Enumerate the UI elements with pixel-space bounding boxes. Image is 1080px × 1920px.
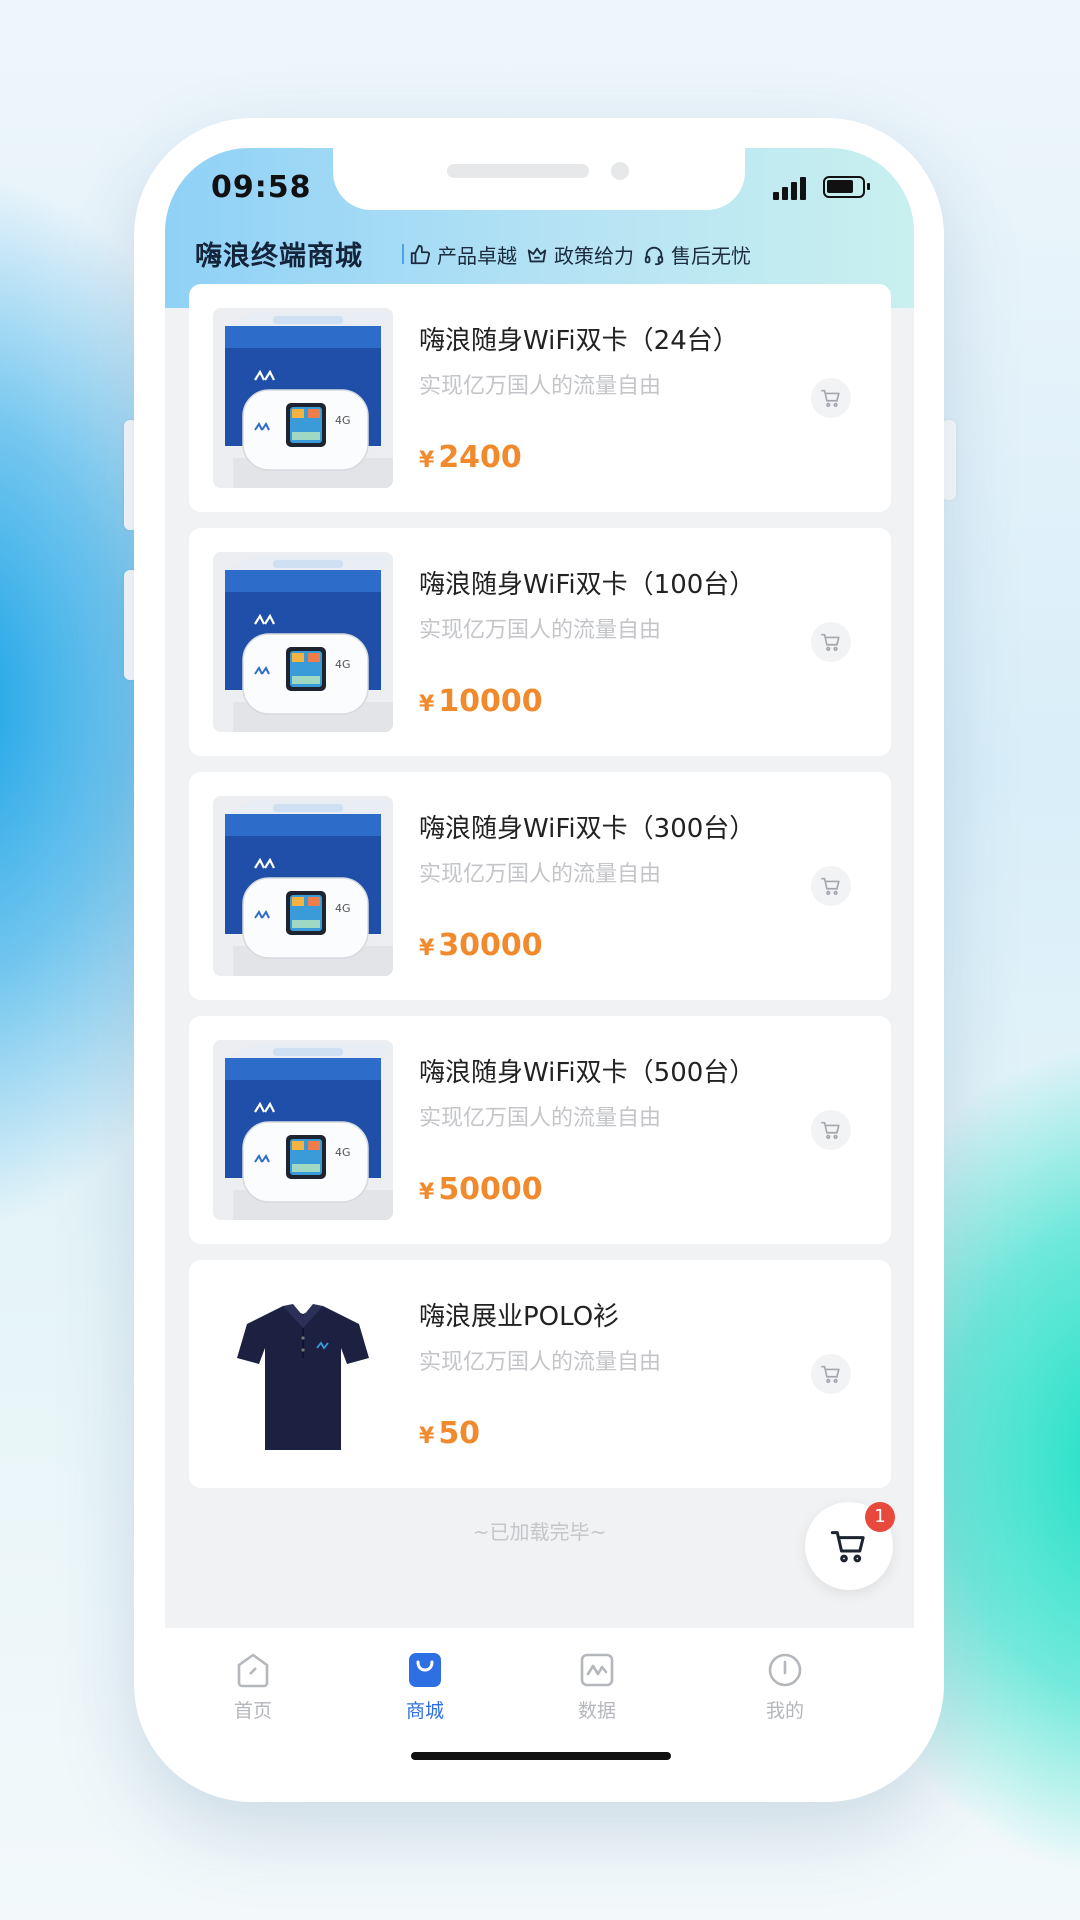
product-price: ¥10000	[419, 684, 543, 719]
list-end-text: ~已加载完毕~	[472, 1520, 607, 1544]
product-card[interactable]: 4G 嗨浪随身WiFi双卡（300台） 实现亿万国人的流量自由 ¥30000	[189, 772, 891, 1000]
header-divider	[402, 244, 404, 264]
add-to-cart-button[interactable]	[811, 622, 851, 662]
currency-symbol: ¥	[419, 1180, 435, 1205]
product-price: ¥2400	[419, 440, 522, 475]
currency-symbol: ¥	[419, 448, 435, 473]
product-thumbnail[interactable]: 4G	[213, 796, 393, 976]
wifi-device-image: 4G	[213, 308, 393, 488]
product-price: ¥50000	[419, 1172, 543, 1207]
speaker	[447, 164, 589, 178]
product-list: 4G 嗨浪随身WiFi双卡（24台） 实现亿万国人的流量自由 ¥2400 4G 嗨浪…	[189, 284, 891, 1504]
product-name[interactable]: 嗨浪随身WiFi双卡（300台）	[419, 808, 755, 845]
product-name[interactable]: 嗨浪随身WiFi双卡（24台）	[419, 320, 739, 357]
shopping-bag-icon	[409, 1653, 441, 1687]
price-value: 10000	[438, 684, 543, 719]
cart-icon	[821, 1365, 840, 1383]
bottom-tab-bar: 首页 商城 数据 我的	[165, 1628, 914, 1764]
cart-icon	[821, 1121, 840, 1139]
tab-mall[interactable]: 商城	[365, 1650, 485, 1723]
price-value: 30000	[438, 928, 543, 963]
product-thumbnail[interactable]	[213, 1284, 393, 1464]
product-thumbnail[interactable]: 4G	[213, 308, 393, 488]
product-thumbnail[interactable]: 4G	[213, 552, 393, 732]
feature-policy: 政策给力	[526, 240, 634, 269]
product-thumbnail[interactable]: 4G	[213, 1040, 393, 1220]
tab-profile[interactable]: 我的	[725, 1650, 845, 1723]
add-to-cart-button[interactable]	[811, 866, 851, 906]
home-icon	[237, 1653, 269, 1688]
cart-icon	[821, 633, 840, 651]
thumbs-up-icon	[410, 244, 431, 264]
feature-label: 产品卓越	[437, 244, 517, 268]
cart-icon	[830, 1531, 865, 1563]
front-camera	[611, 162, 629, 180]
product-card[interactable]: 4G 嗨浪随身WiFi双卡（24台） 实现亿万国人的流量自由 ¥2400	[189, 284, 891, 512]
phone-side-button	[942, 420, 956, 500]
tab-label: 商城	[405, 1700, 444, 1722]
status-time: 09:58	[211, 170, 312, 205]
feature-label: 政策给力	[554, 244, 634, 268]
product-card[interactable]: 4G 嗨浪随身WiFi双卡（500台） 实现亿万国人的流量自由 ¥50000	[189, 1016, 891, 1244]
product-name[interactable]: 嗨浪随身WiFi双卡（500台）	[419, 1052, 755, 1089]
add-to-cart-button[interactable]	[811, 1354, 851, 1394]
product-subtitle: 实现亿万国人的流量自由	[419, 618, 662, 643]
svg-text:4G: 4G	[335, 1146, 351, 1159]
battery-icon	[823, 176, 870, 198]
polo-shirt-image	[213, 1284, 393, 1464]
tab-home[interactable]: 首页	[193, 1650, 313, 1723]
price-value: 50000	[438, 1172, 543, 1207]
add-to-cart-button[interactable]	[811, 378, 851, 418]
feature-service: 售后无忧	[643, 240, 751, 269]
chart-icon	[580, 1653, 614, 1687]
svg-text:4G: 4G	[335, 658, 351, 671]
svg-text:4G: 4G	[335, 414, 351, 427]
price-value: 50	[438, 1416, 481, 1451]
product-subtitle: 实现亿万国人的流量自由	[419, 1106, 662, 1131]
home-indicator	[411, 1752, 671, 1760]
feature-quality: 产品卓越	[409, 240, 517, 269]
product-subtitle: 实现亿万国人的流量自由	[419, 374, 662, 399]
currency-symbol: ¥	[419, 936, 435, 961]
signal-icon	[773, 176, 809, 200]
add-to-cart-button[interactable]	[811, 1110, 851, 1150]
store-title: 嗨浪终端商城	[195, 241, 363, 272]
product-name[interactable]: 嗨浪随身WiFi双卡（100台）	[419, 564, 755, 601]
currency-symbol: ¥	[419, 692, 435, 717]
tab-data[interactable]: 数据	[537, 1650, 657, 1723]
feature-label: 售后无忧	[671, 244, 751, 268]
price-value: 2400	[438, 440, 522, 475]
product-card[interactable]: 嗨浪展业POLO衫实现亿万国人的流量自由 ¥50	[189, 1260, 891, 1488]
notch	[333, 148, 745, 210]
floating-cart-button[interactable]: 1	[805, 1502, 895, 1590]
wifi-device-image: 4G	[213, 552, 393, 732]
wifi-device-image: 4G	[213, 796, 393, 976]
product-card[interactable]: 4G 嗨浪随身WiFi双卡（100台） 实现亿万国人的流量自由 ¥10000	[189, 528, 891, 756]
phone-screen: 09:58 嗨浪终端商城 产品卓越 政策给力 售后无忧 4G 嗨浪随身WiFi双…	[165, 148, 914, 1764]
store-header: 嗨浪终端商城 产品卓越 政策给力 售后无忧	[165, 230, 914, 278]
product-price: ¥50	[419, 1416, 480, 1451]
cart-icon	[821, 877, 840, 895]
headset-icon	[644, 246, 664, 265]
product-subtitle: 实现亿万国人的流量自由	[419, 1350, 662, 1375]
cart-icon	[821, 389, 840, 407]
product-price: ¥30000	[419, 928, 543, 963]
currency-symbol: ¥	[419, 1424, 435, 1449]
tab-label: 首页	[233, 1700, 272, 1722]
tab-label: 数据	[577, 1700, 616, 1722]
tab-label: 我的	[765, 1700, 804, 1722]
product-subtitle: 实现亿万国人的流量自由	[419, 862, 662, 887]
wifi-device-image: 4G	[213, 1040, 393, 1220]
crown-icon	[527, 247, 547, 262]
product-name[interactable]: 嗨浪展业POLO衫	[419, 1296, 619, 1333]
svg-text:4G: 4G	[335, 902, 351, 915]
profile-icon	[768, 1653, 802, 1687]
cart-badge: 1	[865, 1502, 895, 1532]
